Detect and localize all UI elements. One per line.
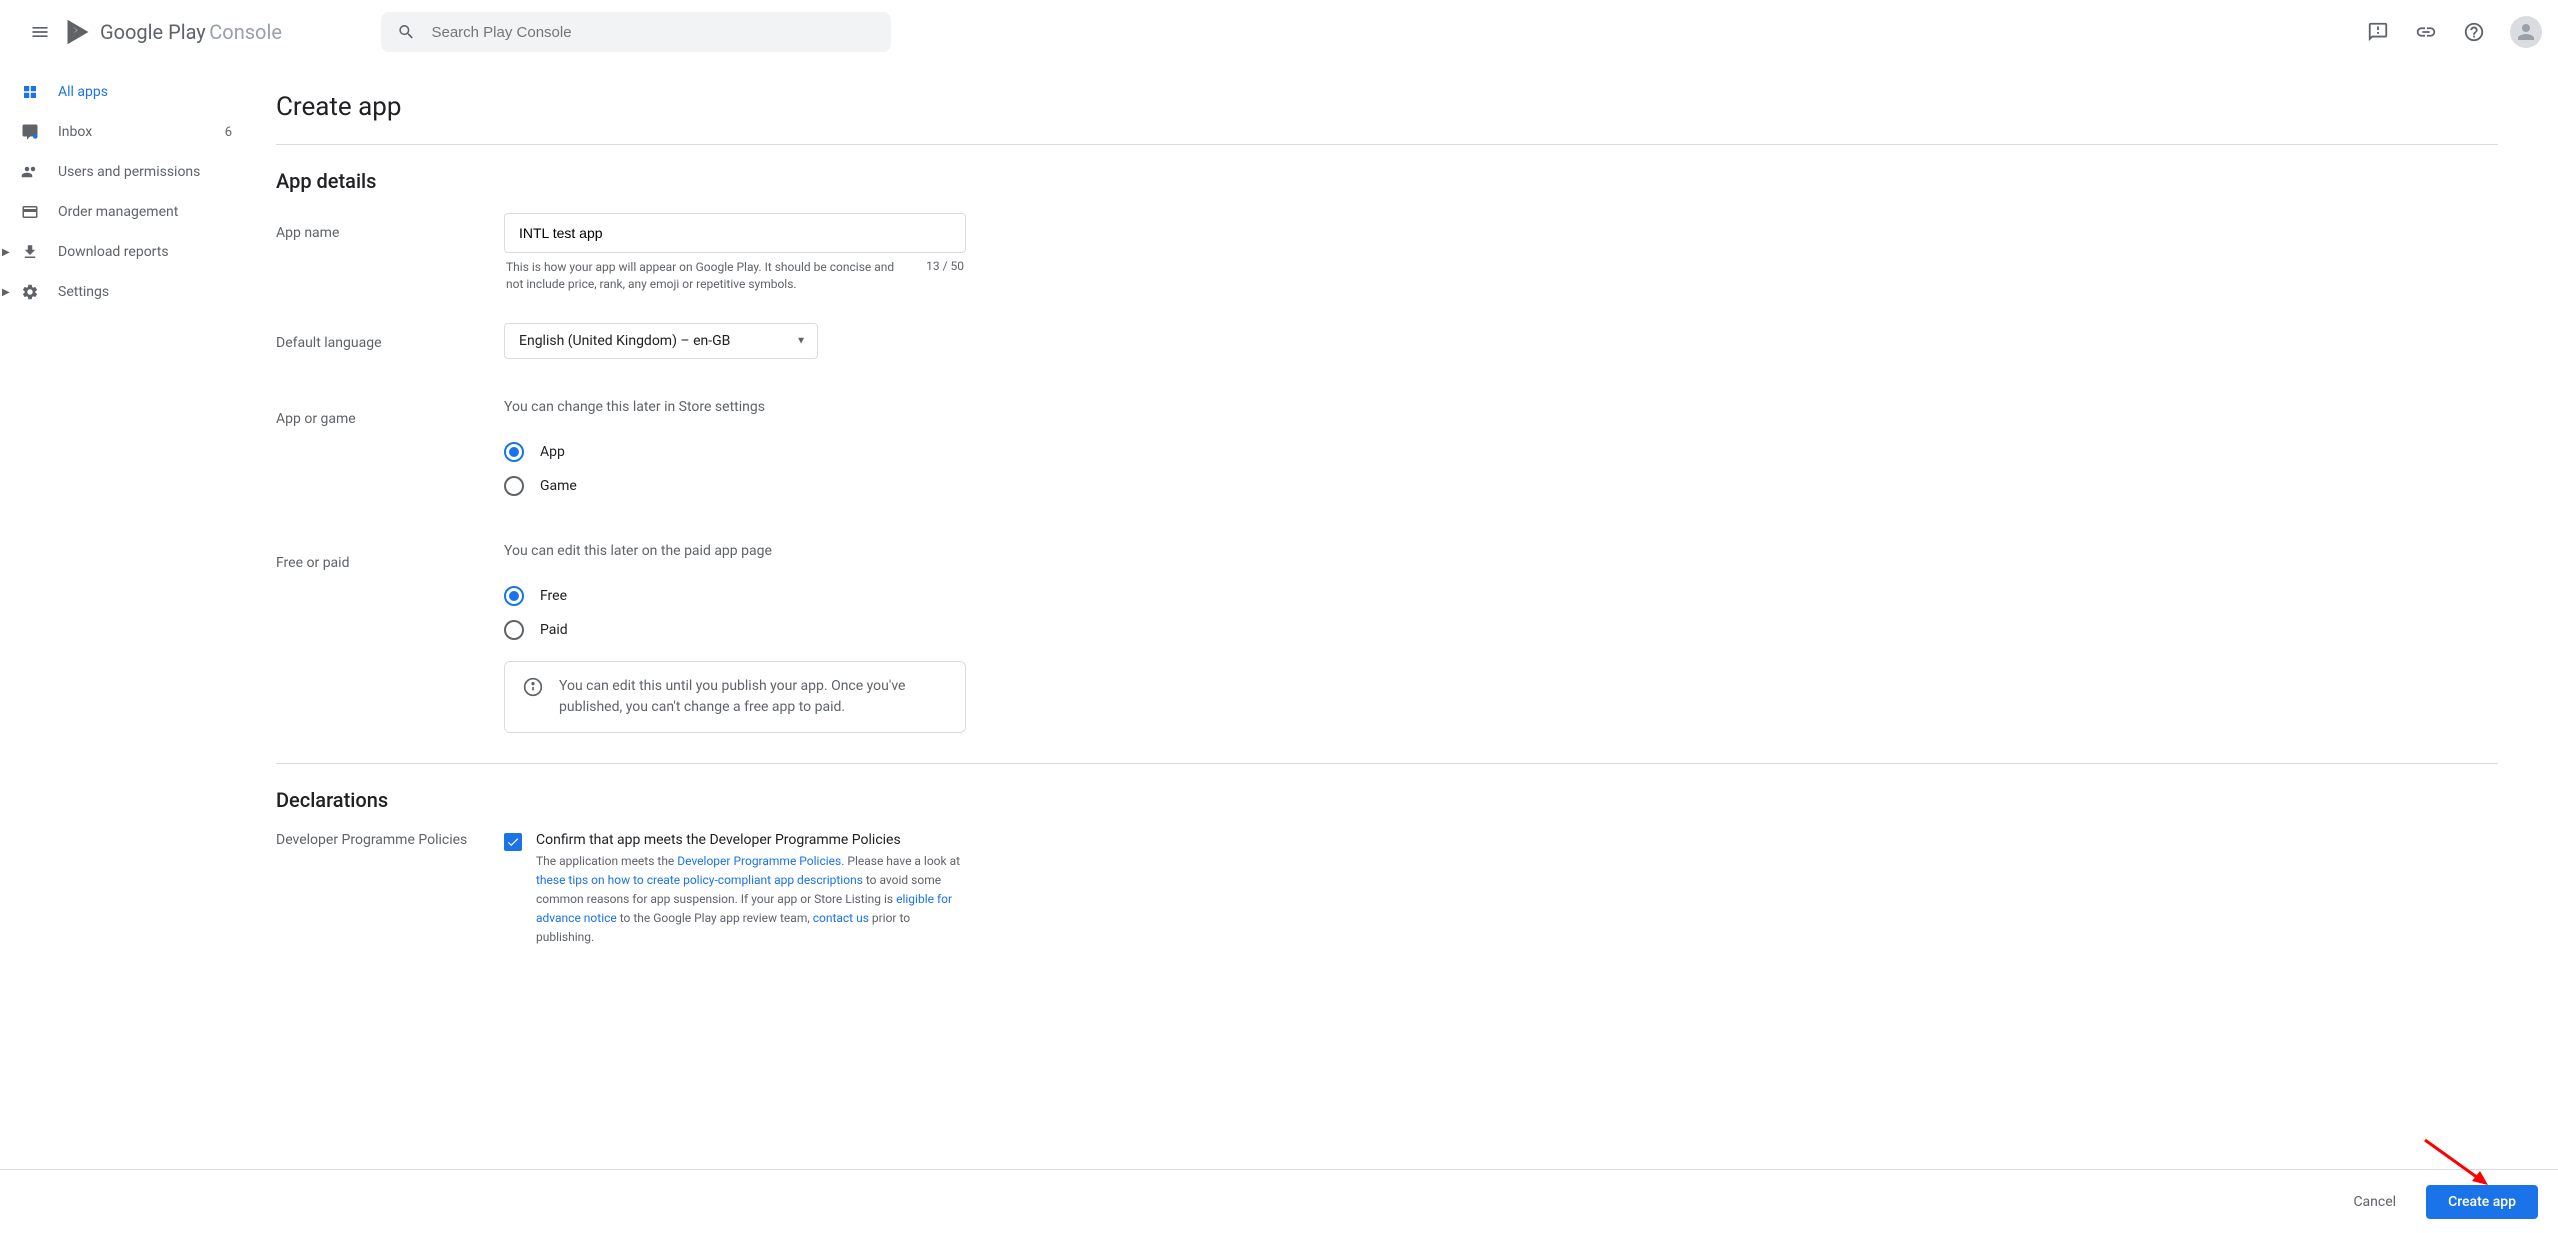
free-or-paid-label: Free or paid	[276, 543, 504, 733]
row-app-or-game: App or game You can change this later in…	[276, 399, 2498, 503]
radio-game[interactable]: Game	[504, 469, 966, 503]
hamburger-menu-button[interactable]	[16, 8, 64, 56]
avatar-icon	[2514, 20, 2538, 44]
sidebar: All apps Inbox 6 Users and permissions O…	[0, 64, 256, 1233]
declarations-label: Developer Programme Policies	[276, 832, 504, 948]
section-declarations: Declarations	[276, 764, 2498, 832]
row-declarations: Developer Programme Policies Confirm tha…	[276, 832, 2498, 948]
info-icon	[523, 676, 543, 718]
radio-button-icon	[504, 476, 524, 496]
dropdown-arrow-icon: ▼	[796, 335, 806, 346]
row-default-language: Default language English (United Kingdom…	[276, 323, 2498, 359]
download-icon	[20, 242, 40, 262]
app-header: Google Play Console	[0, 0, 2558, 64]
sidebar-label: Order management	[58, 204, 178, 220]
feedback-icon[interactable]	[2366, 20, 2390, 44]
app-name-help: This is how your app will appear on Goog…	[506, 259, 910, 293]
search-bar[interactable]	[381, 12, 891, 52]
default-language-select[interactable]: English (United Kingdom) – en-GB	[504, 323, 818, 359]
sidebar-label: Users and permissions	[58, 164, 200, 180]
radio-app[interactable]: App	[504, 435, 966, 469]
app-or-game-hint: You can change this later in Store setti…	[504, 399, 966, 435]
policy-description: The application meets the Developer Prog…	[536, 848, 966, 948]
app-or-game-label: App or game	[276, 399, 504, 503]
gear-icon	[20, 282, 40, 302]
default-language-label: Default language	[276, 323, 504, 359]
sidebar-item-orders[interactable]: Order management	[0, 192, 256, 232]
inbox-icon	[20, 122, 40, 142]
order-icon	[20, 202, 40, 222]
sidebar-label: All apps	[58, 84, 108, 100]
search-input[interactable]	[431, 24, 874, 41]
section-app-details: App details	[276, 145, 2498, 213]
radio-label: Free	[540, 588, 567, 604]
radio-label: Paid	[540, 622, 568, 638]
header-actions	[2366, 16, 2542, 48]
free-or-paid-hint: You can edit this later on the paid app …	[504, 543, 966, 579]
user-avatar[interactable]	[2510, 16, 2542, 48]
radio-paid[interactable]: Paid	[504, 613, 966, 647]
sidebar-item-users[interactable]: Users and permissions	[0, 152, 256, 192]
app-name-input[interactable]	[504, 213, 966, 253]
users-icon	[20, 162, 40, 182]
help-icon[interactable]	[2462, 20, 2486, 44]
default-language-value: English (United Kingdom) – en-GB	[519, 333, 730, 349]
logo[interactable]: Google Play Console	[64, 18, 282, 46]
link-icon[interactable]	[2414, 20, 2438, 44]
link-dev-policies[interactable]: Developer Programme Policies	[677, 854, 841, 868]
apps-grid-icon	[20, 82, 40, 102]
sidebar-label: Inbox	[58, 124, 92, 140]
hamburger-icon	[30, 22, 50, 42]
play-console-logo-icon	[64, 18, 92, 46]
sidebar-item-inbox[interactable]: Inbox 6	[0, 112, 256, 152]
radio-label: Game	[540, 478, 577, 494]
check-icon	[506, 835, 520, 849]
policies-checkbox[interactable]	[504, 833, 522, 851]
sidebar-label: Download reports	[58, 244, 169, 260]
search-icon	[397, 22, 416, 42]
main-content: Create app App details App name This is …	[256, 64, 2558, 1233]
radio-free[interactable]: Free	[504, 579, 966, 613]
app-name-label: App name	[276, 213, 504, 293]
radio-button-icon	[504, 442, 524, 462]
row-free-or-paid: Free or paid You can edit this later on …	[276, 543, 2498, 733]
row-app-name: App name This is how your app will appea…	[276, 213, 2498, 293]
footer-bar: Cancel Create app	[0, 1169, 2558, 1233]
logo-text: Google Play Console	[100, 20, 282, 44]
sidebar-item-download-reports[interactable]: ▶ Download reports	[0, 232, 256, 272]
expand-icon: ▶	[2, 287, 10, 298]
sidebar-item-settings[interactable]: ▶ Settings	[0, 272, 256, 312]
expand-icon: ▶	[2, 247, 10, 258]
sidebar-badge: 6	[225, 125, 232, 140]
free-paid-info: You can edit this until you publish your…	[504, 661, 966, 733]
radio-label: App	[540, 444, 565, 460]
sidebar-label: Settings	[58, 284, 109, 300]
cancel-button[interactable]: Cancel	[2335, 1186, 2414, 1218]
checkbox-label: Confirm that app meets the Developer Pro…	[536, 832, 966, 848]
link-tips[interactable]: these tips on how to create policy-compl…	[536, 873, 863, 887]
radio-button-icon	[504, 586, 524, 606]
create-app-button[interactable]: Create app	[2426, 1185, 2538, 1219]
radio-button-icon	[504, 620, 524, 640]
link-contact-us[interactable]: contact us	[813, 911, 869, 925]
sidebar-item-all-apps[interactable]: All apps	[0, 72, 256, 112]
page-title: Create app	[276, 64, 2498, 144]
info-text: You can edit this until you publish your…	[559, 676, 947, 718]
app-name-counter: 13 / 50	[926, 259, 964, 293]
